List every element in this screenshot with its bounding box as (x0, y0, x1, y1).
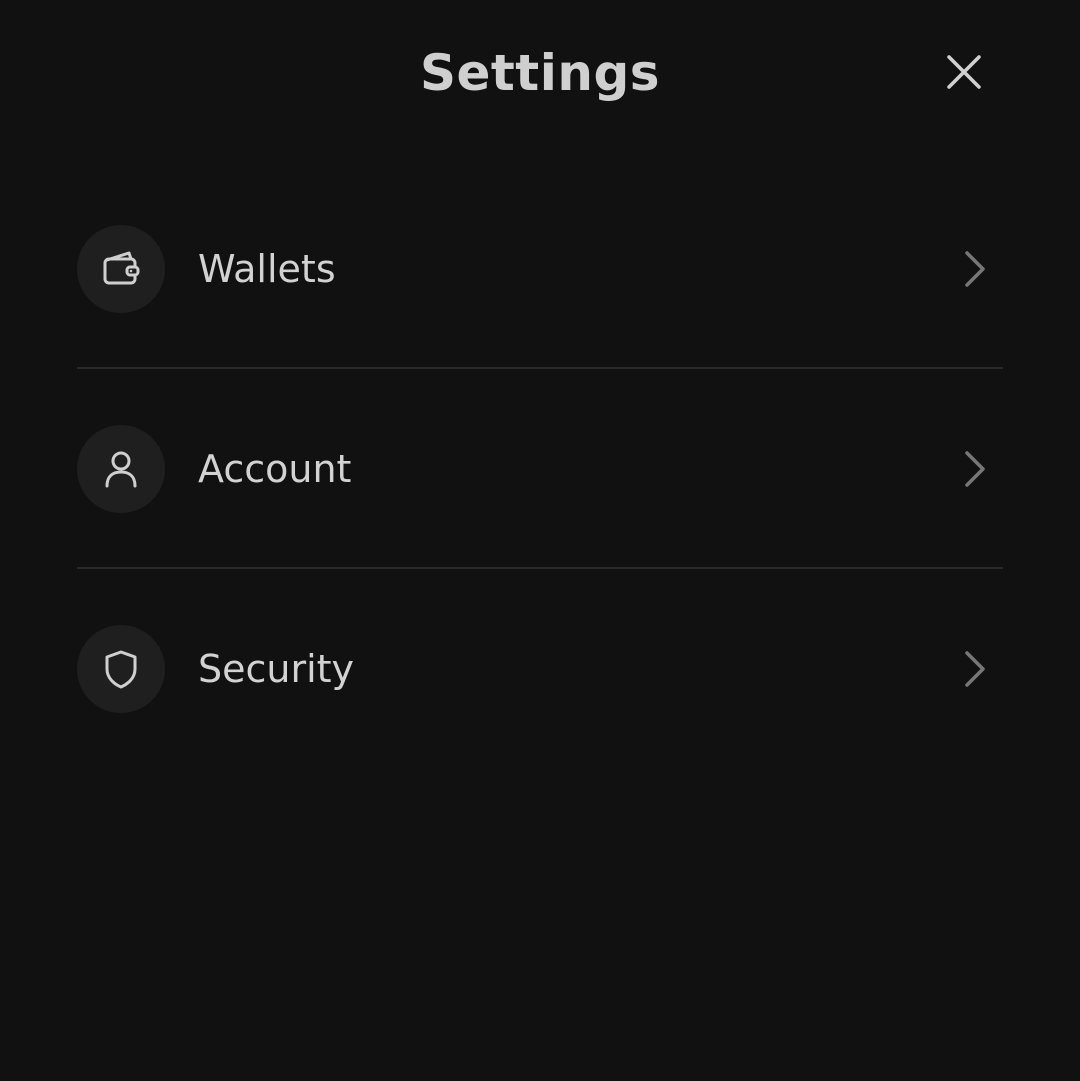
close-button[interactable] (934, 42, 994, 102)
page-title: Settings (419, 44, 660, 102)
menu-item-label: Security (198, 647, 355, 691)
close-icon (947, 55, 981, 89)
menu-item-wallets[interactable]: Wallets (77, 169, 1003, 369)
chevron-right-icon (955, 244, 995, 294)
menu-item-account[interactable]: Account (77, 369, 1003, 569)
menu-item-label: Account (198, 447, 352, 491)
menu-item-label: Wallets (198, 247, 336, 291)
header: Settings (0, 0, 1080, 150)
chevron-right-icon (955, 444, 995, 494)
icon-circle (77, 225, 165, 313)
menu-item-security[interactable]: Security (77, 569, 1003, 769)
settings-menu: Wallets Account Security (77, 169, 1003, 769)
wallet-icon (103, 251, 140, 285)
shield-icon (105, 650, 137, 689)
icon-circle (77, 425, 165, 513)
icon-circle (77, 625, 165, 713)
user-icon (105, 451, 137, 488)
chevron-right-icon (955, 644, 995, 694)
